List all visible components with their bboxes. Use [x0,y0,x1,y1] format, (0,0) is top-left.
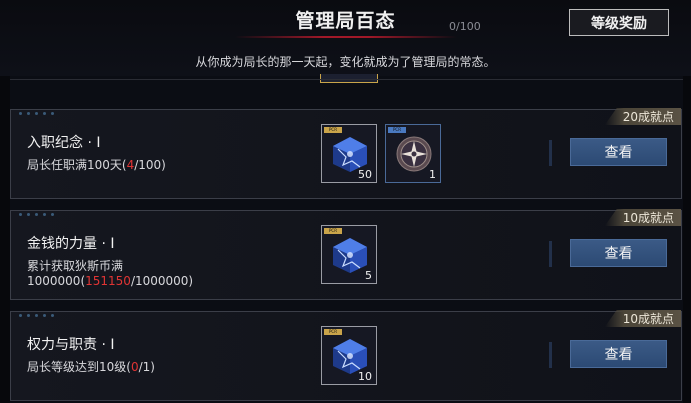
rarity-tag: PCR [324,127,342,133]
progress-current: 0 [130,360,139,374]
view-button[interactable]: 查看 [570,340,667,368]
card-divider [549,342,552,368]
achievement-card: 10成就点 金钱的力量 · Ⅰ 累计获取狄斯币满 1000000(151150/1… [10,209,682,300]
achievement-description: 局长等级达到10级(0/1) [27,360,155,374]
card-divider [549,241,552,267]
title-underline [235,36,457,38]
achievement-title: 入职纪念 · Ⅰ [27,135,101,151]
card-divider [549,140,552,166]
achievement-points-badge: 10成就点 [604,310,681,327]
achievement-card: 10成就点 权力与职责 · Ⅰ 局长等级达到10级(0/1) PCR 10 查看 [10,310,682,401]
level-reward-button[interactable]: 等级奖励 [569,9,669,36]
page-subtitle: 从你成为局长的那一天起，变化就成为了管理局的常态。 [195,55,496,69]
blue-crystal-cube-icon [333,238,367,273]
card-dots [19,213,54,216]
rarity-tag: PCR [324,228,342,234]
achievement-points-badge: 20成就点 [604,108,681,125]
rarity-tag: PCR [324,329,342,335]
reward-item[interactable]: PCR 10 [321,326,377,385]
reward-quantity: 5 [365,269,372,282]
card-dots [19,112,54,115]
achievement-title: 权力与职责 · Ⅰ [27,337,115,353]
reward-item[interactable]: PCR 5 [321,225,377,284]
reward-quantity: 10 [358,370,372,383]
compass-emblem-icon [396,136,432,172]
view-button[interactable]: 查看 [570,138,667,166]
achievement-description: 局长任职满100天(4/100) [27,158,166,172]
achievement-points-badge: 10成就点 [604,209,681,226]
reward-quantity: 1 [429,168,436,181]
achievement-card: 20成就点 入职纪念 · Ⅰ 局长任职满100天(4/100) PCR 50 P… [10,108,682,199]
achievement-title: 金钱的力量 · Ⅰ [27,236,115,252]
reward-quantity: 50 [358,168,372,181]
reward-item[interactable]: PCR 50 [321,124,377,183]
achievement-description: 累计获取狄斯币满 1000000(151150/1000000) [27,259,194,288]
achievement-progress: 0/100 [449,20,481,33]
view-button[interactable]: 查看 [570,239,667,267]
card-dots [19,314,54,317]
header: 管理局百态 0/100 等级奖励 从你成为局长的那一天起，变化就成为了管理局的常… [0,0,691,76]
list-top-divider [10,79,683,80]
rarity-tag: PCR [388,127,406,133]
reward-item[interactable]: PCR 1 [385,124,441,183]
progress-current: 151150 [85,274,131,288]
